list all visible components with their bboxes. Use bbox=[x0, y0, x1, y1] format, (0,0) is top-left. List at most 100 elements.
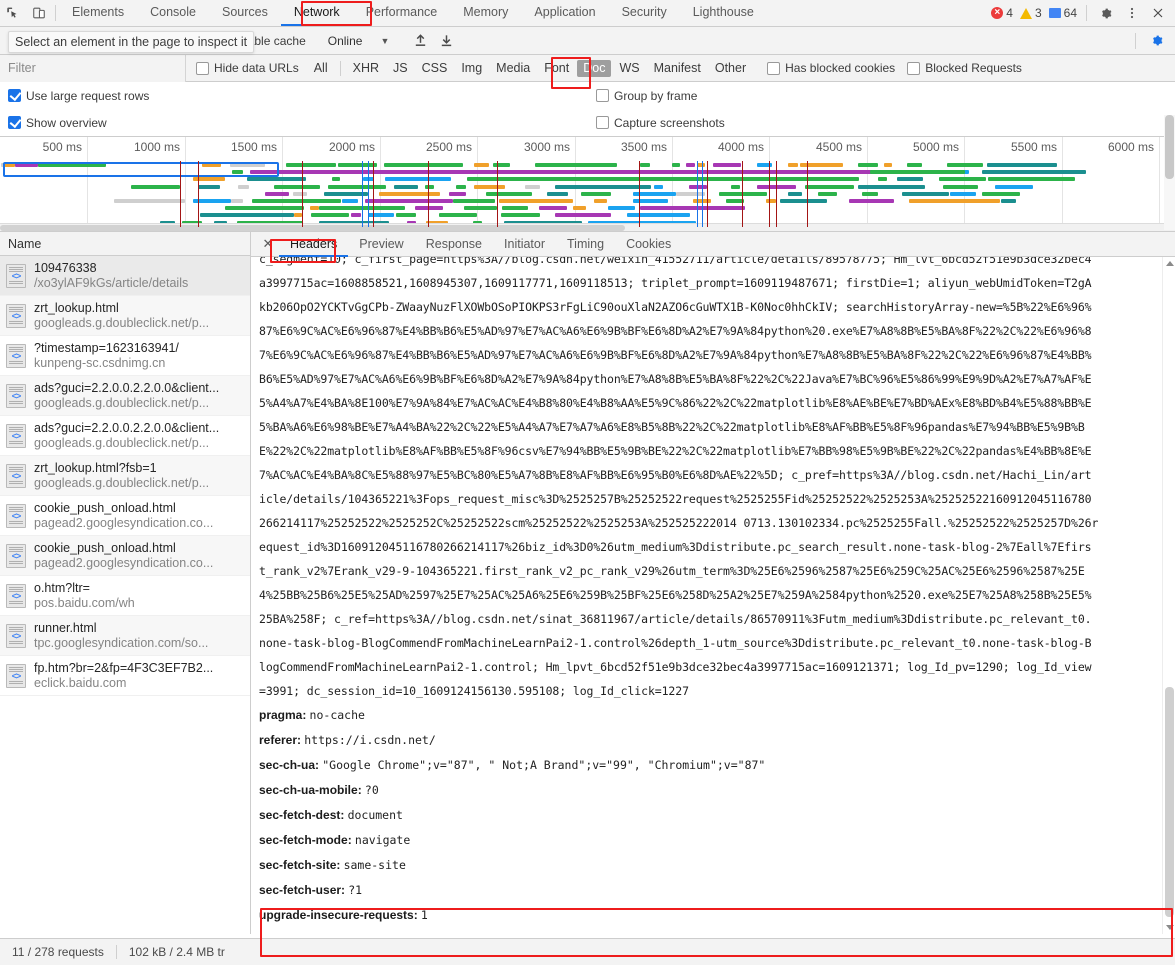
request-domain: googleads.g.doubleclick.net/p... bbox=[34, 316, 209, 330]
header-value: ?1 bbox=[348, 883, 362, 897]
network-overview[interactable]: 500 ms1000 ms1500 ms2000 ms2500 ms3000 m… bbox=[0, 137, 1175, 232]
request-row[interactable]: <>fp.htm?br=2&fp=4F3C3EF7B2...eclick.bai… bbox=[0, 656, 250, 696]
overview-horizontal-scrollbar[interactable] bbox=[0, 223, 1175, 231]
filter-input[interactable] bbox=[0, 55, 186, 82]
throttling-select[interactable]: Online ▼ bbox=[328, 34, 390, 48]
tab-elements[interactable]: Elements bbox=[59, 0, 137, 26]
document-icon: <> bbox=[6, 504, 26, 528]
detail-tab-timing[interactable]: Timing bbox=[556, 232, 615, 257]
close-icon[interactable] bbox=[1145, 6, 1171, 20]
close-detail-icon[interactable]: ✕ bbox=[257, 236, 279, 252]
tab-security[interactable]: Security bbox=[609, 0, 680, 26]
capture-screenshots-checkbox[interactable]: Capture screenshots bbox=[596, 116, 725, 130]
tab-application[interactable]: Application bbox=[521, 0, 608, 26]
filter-type-js[interactable]: JS bbox=[387, 60, 414, 77]
filter-type-manifest[interactable]: Manifest bbox=[648, 60, 707, 77]
scroll-down-arrow-icon[interactable] bbox=[1166, 925, 1174, 930]
message-counter[interactable]: 64 bbox=[1049, 6, 1077, 20]
scrollbar-thumb[interactable] bbox=[0, 225, 625, 231]
export-har-button[interactable] bbox=[433, 33, 459, 48]
filter-type-doc[interactable]: Doc bbox=[577, 60, 611, 77]
waterfall-bar bbox=[250, 170, 900, 174]
has-blocked-cookies-checkbox[interactable]: Has blocked cookies bbox=[767, 61, 895, 75]
tab-console[interactable]: Console bbox=[137, 0, 209, 26]
request-row[interactable]: <>ads?guci=2.2.0.0.2.2.0.0&client...goog… bbox=[0, 376, 250, 416]
tab-network[interactable]: Network bbox=[281, 0, 353, 26]
filter-type-media[interactable]: Media bbox=[490, 60, 536, 77]
request-row[interactable]: <>runner.htmltpc.googlesyndication.com/s… bbox=[0, 616, 250, 656]
show-overview-checkbox[interactable]: Show overview bbox=[8, 116, 107, 130]
filter-type-other[interactable]: Other bbox=[709, 60, 752, 77]
header-row: sec-fetch-dest: document bbox=[259, 803, 1161, 828]
detail-tab-response[interactable]: Response bbox=[415, 232, 493, 257]
warning-counter[interactable]: 3 bbox=[1020, 6, 1042, 20]
network-settings-icon[interactable] bbox=[1144, 33, 1170, 48]
error-counter[interactable]: × 4 bbox=[991, 6, 1013, 20]
filter-type-xhr[interactable]: XHR bbox=[347, 60, 385, 77]
inspect-element-icon[interactable] bbox=[0, 0, 26, 26]
waterfall-bar bbox=[943, 185, 978, 189]
waterfall-bar bbox=[453, 199, 495, 203]
overview-selection-window[interactable] bbox=[3, 162, 279, 177]
timeline-tick-label: 4000 ms bbox=[718, 140, 769, 154]
request-name: zrt_lookup.html?fsb=1 bbox=[34, 461, 209, 475]
group-by-frame-checkbox[interactable]: Group by frame bbox=[596, 89, 697, 103]
detail-tab-initiator[interactable]: Initiator bbox=[493, 232, 556, 257]
waterfall-bar bbox=[464, 206, 497, 210]
filter-type-font[interactable]: Font bbox=[538, 60, 575, 77]
waterfall-bar bbox=[1001, 199, 1016, 203]
cookie-header-value: c_segment=10; c_first_page=https%3A//blo… bbox=[259, 257, 1161, 703]
filter-type-all[interactable]: All bbox=[308, 60, 334, 77]
headers-content: c_segment=10; c_first_page=https%3A//blo… bbox=[251, 257, 1175, 934]
use-large-request-rows-box bbox=[8, 89, 21, 102]
scroll-up-arrow-icon[interactable] bbox=[1166, 261, 1174, 266]
request-row[interactable]: <>zrt_lookup.html?fsb=1googleads.g.doubl… bbox=[0, 456, 250, 496]
waterfall-bar bbox=[689, 185, 707, 189]
header-name: sec-fetch-site: bbox=[259, 858, 340, 872]
request-row[interactable]: <>?timestamp=1623163941/kunpeng-sc.csdni… bbox=[0, 336, 250, 376]
request-row[interactable]: <>109476338/xo3ylAF9kGs/article/details bbox=[0, 256, 250, 296]
request-row-text: ads?guci=2.2.0.0.2.2.0.0&client...google… bbox=[34, 421, 219, 450]
waterfall-bar bbox=[849, 199, 894, 203]
request-row[interactable]: <>o.htm?ltr=pos.baidu.com/wh bbox=[0, 576, 250, 616]
request-row-text: ?timestamp=1623163941/kunpeng-sc.csdnimg… bbox=[34, 341, 179, 370]
request-list-header[interactable]: Name bbox=[0, 232, 250, 256]
timeline-tick-label: 1500 ms bbox=[231, 140, 282, 154]
toggle-device-toolbar-icon[interactable] bbox=[26, 0, 52, 26]
header-value: "Google Chrome";v="87", " Not;A Brand";v… bbox=[322, 758, 765, 772]
request-row[interactable]: <>ads?guci=2.2.0.0.2.2.0.0&client...goog… bbox=[0, 416, 250, 456]
detail-scrollbar-thumb[interactable] bbox=[1165, 687, 1174, 917]
waterfall-bar bbox=[608, 206, 635, 210]
import-har-button[interactable] bbox=[407, 33, 433, 48]
detail-tab-preview[interactable]: Preview bbox=[348, 232, 414, 257]
load-event-marker bbox=[639, 161, 640, 227]
filter-type-css[interactable]: CSS bbox=[416, 60, 454, 77]
tab-lighthouse[interactable]: Lighthouse bbox=[680, 0, 767, 26]
detail-tab-headers[interactable]: Headers bbox=[279, 232, 348, 257]
request-row[interactable]: <>zrt_lookup.htmlgoogleads.g.doubleclick… bbox=[0, 296, 250, 336]
filter-type-ws[interactable]: WS bbox=[613, 60, 645, 77]
header-row: sec-fetch-site: same-site bbox=[259, 853, 1161, 878]
panel-vertical-scrollbar[interactable] bbox=[1164, 115, 1175, 230]
blocked-requests-checkbox[interactable]: Blocked Requests bbox=[907, 61, 1022, 75]
gear-icon[interactable] bbox=[1093, 6, 1119, 21]
tab-performance[interactable]: Performance bbox=[353, 0, 451, 26]
waterfall-bar bbox=[640, 163, 650, 167]
request-row[interactable]: <>cookie_push_onload.htmlpagead2.googles… bbox=[0, 496, 250, 536]
panel-scrollbar-thumb[interactable] bbox=[1165, 115, 1174, 179]
waterfall-bar bbox=[547, 192, 568, 196]
tooltip-text: Select an element in the page to inspect… bbox=[15, 35, 247, 49]
request-row[interactable]: <>cookie_push_onload.htmlpagead2.googles… bbox=[0, 536, 250, 576]
network-filter-bar: Hide data URLs All XHR JS CSS Img Media … bbox=[0, 55, 1175, 82]
waterfall-bar bbox=[247, 177, 306, 181]
hide-data-urls-checkbox[interactable]: Hide data URLs bbox=[196, 61, 299, 75]
tab-memory[interactable]: Memory bbox=[450, 0, 521, 26]
filter-type-img[interactable]: Img bbox=[455, 60, 488, 77]
use-large-request-rows-checkbox[interactable]: Use large request rows bbox=[8, 89, 149, 103]
tab-sources[interactable]: Sources bbox=[209, 0, 281, 26]
waterfall-bar bbox=[225, 206, 304, 210]
detail-vertical-scrollbar[interactable] bbox=[1162, 257, 1175, 934]
detail-tab-cookies[interactable]: Cookies bbox=[615, 232, 682, 257]
load-event-marker bbox=[807, 161, 808, 227]
more-options-icon[interactable] bbox=[1119, 6, 1145, 20]
